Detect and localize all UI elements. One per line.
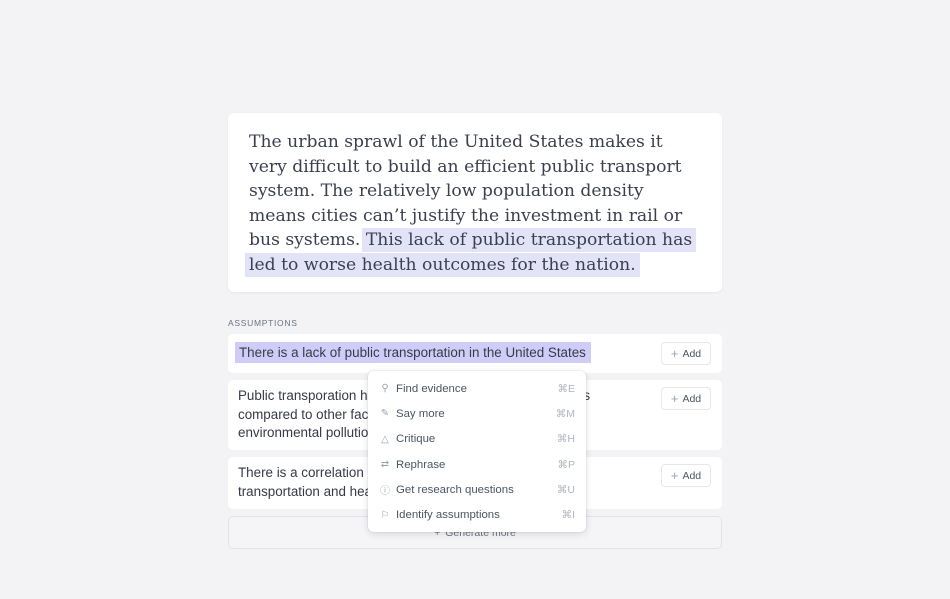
menu-item-say-more[interactable]: ✎ Say more ⌘M	[368, 401, 586, 426]
menu-item-critique[interactable]: △ Critique ⌘H	[368, 427, 586, 452]
assumptions-heading: ASSUMPTIONS	[228, 318, 298, 328]
menu-item-identify-assumptions[interactable]: ⚐ Identify assumptions ⌘I	[368, 502, 586, 527]
warning-icon: △	[381, 433, 389, 445]
add-button[interactable]: + Add	[661, 464, 711, 487]
menu-item-label: Find evidence	[396, 382, 467, 395]
shortcut: ⌘H	[556, 433, 575, 446]
add-label: Add	[682, 469, 702, 482]
menu-item-label: Identify assumptions	[396, 509, 500, 522]
add-label: Add	[682, 392, 702, 405]
essay-card[interactable]: The urban sprawl of the United States ma…	[228, 113, 722, 292]
menu-item-find-evidence[interactable]: ⚲ Find evidence ⌘E	[368, 376, 586, 401]
shortcut: ⌘E	[557, 382, 575, 395]
assumption-item: There is a lack of public transportation…	[228, 334, 722, 373]
add-button[interactable]: + Add	[661, 342, 711, 365]
menu-item-label: Rephrase	[396, 458, 446, 471]
assumption-text-selected[interactable]: There is a lack of public transportation…	[235, 342, 591, 363]
context-menu: ⚲ Find evidence ⌘E ✎ Say more ⌘M △ Critique ⌘H…	[368, 371, 586, 532]
shortcut: ⌘M	[555, 407, 575, 420]
question-circle-icon: ⓘ	[380, 486, 390, 498]
menu-item-label: Critique	[396, 433, 436, 446]
menu-item-label: Say more	[396, 407, 445, 420]
add-button[interactable]: + Add	[661, 387, 711, 410]
flag-icon: ⚐	[380, 509, 390, 521]
pencil-icon: ✎	[380, 408, 390, 420]
plus-icon: +	[670, 391, 679, 406]
add-label: Add	[682, 347, 702, 360]
essay-text[interactable]: The urban sprawl of the United States ma…	[245, 130, 702, 278]
menu-item-get-research-questions[interactable]: ⓘ Get research questions ⌘U	[368, 477, 586, 502]
shortcut: ⌘P	[557, 458, 575, 471]
plus-icon: +	[670, 468, 679, 483]
shuffle-icon: ⇄	[380, 459, 390, 471]
shortcut: ⌘I	[561, 509, 575, 522]
plus-icon: +	[670, 346, 679, 361]
shortcut: ⌘U	[556, 483, 575, 496]
search-icon: ⚲	[381, 383, 389, 395]
menu-item-label: Get research questions	[396, 483, 514, 496]
menu-item-rephrase[interactable]: ⇄ Rephrase ⌘P	[368, 452, 586, 477]
